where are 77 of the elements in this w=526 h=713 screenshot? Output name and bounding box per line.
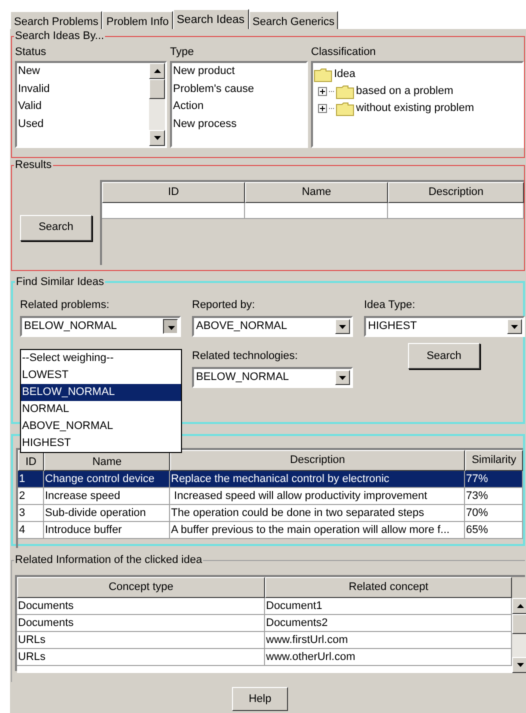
list-label: Status	[15, 46, 48, 59]
scroll-down-button[interactable]	[149, 130, 165, 146]
down-arrow-icon	[511, 324, 518, 328]
weighing-select[interactable]: HIGHEST	[364, 316, 525, 337]
column-header[interactable]: Concept type	[17, 577, 265, 598]
group-title: Search Ideas By...	[14, 29, 106, 43]
search-button[interactable]: Search	[408, 343, 480, 369]
dropdown-option[interactable]: LOWEST	[21, 367, 181, 384]
weighing-select[interactable]: ABOVE_NORMAL	[192, 316, 353, 337]
list-item[interactable]: Used	[17, 116, 149, 133]
table-cell: Introduce buffer	[44, 522, 170, 539]
help-button[interactable]: Help	[232, 687, 288, 711]
tab[interactable]: Search Problems	[10, 11, 102, 29]
weighing-dropdown-list[interactable]: --Select weighing-- LOWEST BELOW_NORMAL NORMAL ABOVE_NORMAL HIGHEST	[20, 349, 182, 453]
column-header[interactable]: Name	[245, 182, 388, 203]
dropdown-button[interactable]	[163, 319, 178, 334]
weighing-select[interactable]: BELOW_NORMAL	[192, 367, 353, 388]
down-arrow-icon	[516, 663, 524, 667]
scroll-thumb[interactable]	[149, 79, 165, 99]
field-label: Related problems:	[20, 299, 110, 312]
tab[interactable]: Problem Info	[102, 11, 173, 29]
dropdown-option[interactable]: BELOW_NORMAL	[21, 384, 181, 401]
folder-icon	[336, 102, 354, 116]
table-row[interactable]: 3 Sub-divide operation The operation could be done in two separated steps 70%	[18, 505, 523, 522]
scrollbar[interactable]	[149, 63, 165, 146]
status-list[interactable]: New Invalid Valid Used	[15, 61, 167, 148]
table-row[interactable]: 2 Increase speed Increased speed will allow productivity improvement 73%	[18, 488, 523, 505]
down-arrow-icon	[339, 376, 346, 380]
scroll-up-button[interactable]	[512, 598, 526, 614]
down-arrow-icon	[154, 136, 160, 140]
expand-icon[interactable]	[318, 104, 327, 113]
table-cell: 65%	[465, 522, 523, 539]
list-item[interactable]: Problem's cause	[172, 80, 306, 98]
tree-item[interactable]: based on a problem	[356, 83, 454, 100]
field-label: Reported by:	[192, 299, 256, 312]
down-arrow-icon	[339, 324, 346, 328]
scrollbar[interactable]	[512, 598, 526, 673]
list-item[interactable]: New process	[172, 116, 306, 133]
search-button[interactable]: Search	[20, 214, 92, 240]
list-item[interactable]: Invalid	[17, 80, 149, 98]
scroll-thumb[interactable]	[512, 614, 526, 634]
up-arrow-icon	[154, 69, 160, 73]
tree-item[interactable]: Idea	[334, 66, 356, 83]
list-label: Classification	[311, 46, 377, 59]
classification-tree[interactable]: Idea based on a problem without existing problem	[311, 61, 524, 148]
dropdown-option[interactable]: NORMAL	[21, 401, 181, 418]
list-label: Type	[170, 46, 195, 59]
column-header[interactable]: Description	[388, 182, 524, 203]
tab[interactable]: Search Generics	[248, 11, 338, 29]
scroll-down-button[interactable]	[512, 657, 526, 673]
tab[interactable]: Search Ideas	[172, 9, 249, 29]
folder-icon	[336, 84, 354, 98]
field-label: Idea Type:	[364, 299, 416, 312]
column-header[interactable]: Similarity	[465, 450, 523, 471]
down-arrow-icon	[168, 326, 175, 330]
table-row[interactable]: 4 Introduce buffer A buffer previous to the main operation will allow more f... 65%	[18, 522, 523, 539]
scroll-up-button[interactable]	[149, 63, 165, 79]
list-item[interactable]: Action	[172, 98, 306, 116]
column-header[interactable]: Related concept	[265, 577, 512, 598]
list-item[interactable]: Valid	[17, 98, 149, 116]
expand-icon[interactable]	[318, 87, 327, 96]
type-list[interactable]: New product Problem's cause Action New process	[170, 61, 308, 148]
table-row[interactable]: 1 Change control device Replace the mechanical control by electronic 77%	[18, 471, 523, 488]
up-arrow-icon	[516, 604, 524, 608]
column-header[interactable]: ID	[102, 182, 245, 203]
list-item[interactable]: New	[17, 63, 149, 80]
list-item[interactable]: New product	[172, 63, 306, 80]
tree-item[interactable]: without existing problem	[356, 100, 474, 117]
weighing-select[interactable]: BELOW_NORMAL	[20, 316, 181, 337]
dropdown-option[interactable]: ABOVE_NORMAL	[21, 418, 181, 435]
table-cell: 4	[18, 522, 44, 539]
dropdown-option[interactable]: --Select weighing--	[21, 350, 181, 367]
column-header[interactable]: Description	[170, 450, 465, 471]
dropdown-option[interactable]: HIGHEST	[21, 435, 181, 452]
table-cell: A buffer previous to the main operation will allow more f...	[170, 522, 465, 539]
folder-icon	[314, 68, 332, 82]
field-label: Related technologies:	[192, 350, 299, 363]
